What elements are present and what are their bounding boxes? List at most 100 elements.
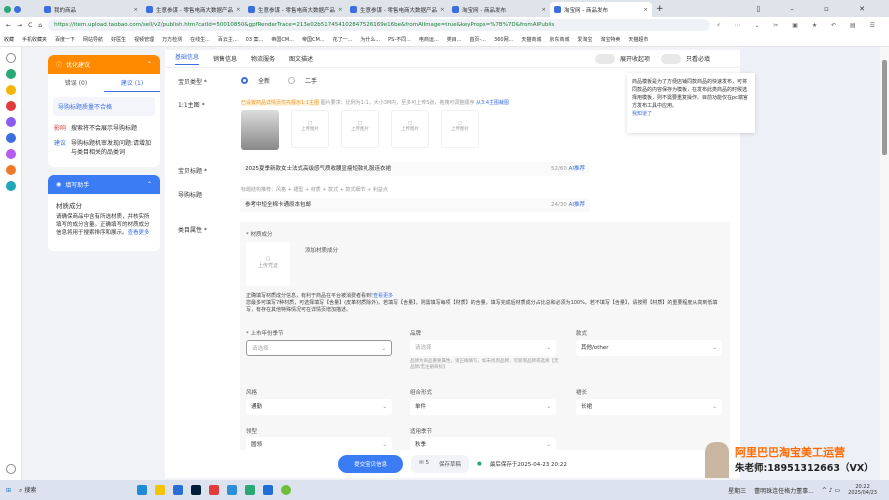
upload-proof-button[interactable]: ▢ 上传凭证 (246, 242, 290, 286)
toolbar-icons[interactable]: ⚡ ⋯ ⌄ ✂ ▣ ★ ↶ ▤ ☰ (716, 22, 881, 29)
main-image-thumbnail[interactable] (241, 110, 279, 150)
bookmark-item[interactable]: 首页-... (469, 36, 486, 43)
tab-errors[interactable]: 错误 (0) (48, 74, 104, 92)
submit-button[interactable]: 提交宝贝信息 (338, 455, 404, 473)
bookmark-item[interactable]: 淘宝特卖 (600, 36, 620, 43)
style-type-select[interactable]: 其他/other ⌄ (576, 340, 722, 356)
bookmark-item[interactable]: 视频管理 (134, 36, 154, 43)
taskbar-search[interactable]: ⌕ 搜索 (19, 485, 129, 495)
draft-count[interactable]: ✉ 5 (419, 460, 429, 468)
bookmark-item[interactable]: 天猫超市 (628, 36, 648, 43)
bookmark-item[interactable]: PS-不同... (388, 36, 411, 43)
sidebar-icon[interactable] (5, 85, 16, 95)
see-more-link[interactable]: 查看更多 (128, 230, 150, 236)
expand-toggle[interactable] (594, 53, 615, 64)
sidebar-icon[interactable] (5, 181, 16, 191)
chevron-up-icon[interactable]: ⌃ (147, 181, 152, 188)
ai-recommend-button[interactable]: AI推荐 (569, 202, 585, 208)
sidebar-icon[interactable] (5, 101, 16, 111)
tab-suggestions[interactable]: 建议 (1) (104, 74, 160, 92)
sidebar-icon[interactable] (5, 149, 16, 159)
photoshop-icon[interactable] (191, 485, 202, 495)
upload-image-button[interactable]: ▢ 上传图片 (291, 110, 329, 148)
close-icon[interactable]: × (236, 7, 241, 13)
new-tab-button[interactable]: + (656, 4, 664, 14)
bookmark-item[interactable]: 好医生 (111, 36, 126, 43)
radio-used[interactable] (288, 77, 296, 84)
radio-new[interactable] (241, 77, 248, 84)
bookmark-item[interactable]: 百度一下 (55, 36, 75, 43)
bookmark-item[interactable]: 花了一... (333, 36, 353, 43)
browser-tab-active[interactable]: 淘宝网 - 商品发布 × (550, 2, 652, 17)
sidebar-icon[interactable] (5, 117, 16, 127)
bookmark-item[interactable]: 在线生... (190, 36, 210, 43)
issue-item[interactable]: 导购标题质量不合格 (53, 97, 155, 116)
bookmark-item[interactable]: 360网... (494, 36, 513, 43)
tooltip-ok-link[interactable]: 我知道了 (632, 111, 652, 117)
sidebar-icon[interactable] (5, 165, 16, 175)
sidebar-icon[interactable] (5, 53, 16, 63)
optimize-header[interactable]: ⓘ 优化建议 ⌃ (48, 55, 160, 74)
tab-basic-info[interactable]: 基础信息 (175, 52, 200, 65)
back-icon[interactable]: ← (6, 22, 11, 29)
browser-tab[interactable]: 我的商品 × (40, 2, 142, 17)
skirt-length-select[interactable]: 长裙 ⌄ (576, 399, 722, 415)
browser-tab[interactable]: 生意参谋 - 零售电商大数据产品 × (142, 2, 244, 17)
title-input[interactable]: 2025夏季新款女士法式高级感气质收腰显瘦短款礼服连衣裙 52/60 AI推荐 (240, 162, 590, 176)
close-icon[interactable]: × (440, 7, 445, 13)
window-controls[interactable]: ▯ – ▫ ✕ (756, 5, 879, 13)
app-icon[interactable] (227, 485, 238, 495)
app-icon[interactable] (263, 485, 274, 495)
bookmark-item[interactable]: 电商运... (419, 36, 439, 43)
tray-icons[interactable]: ^ ♪ ▭ (822, 487, 840, 494)
bookmark-item[interactable]: 为什么... (360, 36, 380, 43)
browser-tab[interactable]: 淘宝网 - 商品发布 × (448, 2, 550, 17)
season-select[interactable]: 请选择 ⌄ (246, 340, 392, 356)
close-icon[interactable]: × (643, 7, 648, 13)
weather-widget[interactable]: 星期三 (728, 486, 746, 495)
windows-start-icon[interactable]: ⊞ (6, 487, 11, 494)
sidebar-icon[interactable] (5, 133, 16, 143)
bookmark-item[interactable]: 百云主... (218, 36, 238, 43)
material-see-more-link[interactable]: 查看更多 (373, 293, 393, 299)
close-icon[interactable]: × (133, 7, 138, 13)
bookmark-item[interactable]: 帝国CM... (302, 36, 325, 43)
url-input[interactable]: https://item.upload.taobao.com/sell/v2/p… (48, 19, 711, 31)
tab-description[interactable]: 图文描述 (289, 54, 313, 63)
bookmark-item[interactable]: 爱淘宝 (577, 36, 592, 43)
browser-icon[interactable] (281, 485, 292, 495)
tab-sales-info[interactable]: 销售信息 (213, 54, 237, 63)
bookmark-item[interactable]: 类目... (447, 36, 462, 43)
explorer-icon[interactable] (155, 485, 166, 495)
bookmark-item[interactable]: 手机收藏夹 (22, 36, 47, 43)
wps-icon[interactable] (209, 485, 220, 495)
tab-logistics[interactable]: 物流服务 (251, 54, 275, 63)
sidebar-icon[interactable] (5, 69, 16, 79)
guide-title-input[interactable]: 参考中短全棉卡通原本包邮 24/30 AI推荐 (240, 198, 590, 212)
chevron-up-icon[interactable]: ⌃ (147, 61, 152, 68)
bookmark-item[interactable]: 万方检测 (162, 36, 182, 43)
wechat-icon[interactable] (245, 485, 256, 495)
edge-icon[interactable] (137, 485, 148, 495)
close-icon[interactable]: × (338, 7, 343, 13)
bookmark-item[interactable]: 网站导航 (83, 36, 103, 43)
save-draft-button[interactable]: 保存草稿 (439, 460, 461, 468)
browser-tab[interactable]: 生意参谋 - 零售电商大数据产品 × (346, 2, 448, 17)
bookmark-item[interactable]: 03 案... (246, 36, 264, 43)
upload-image-button[interactable]: ▢ 上传图片 (441, 110, 479, 148)
combo-select[interactable]: 单件 ⌄ (410, 399, 556, 415)
close-icon[interactable]: × (541, 7, 546, 13)
upload-image-button[interactable]: ▢ 上传图片 (391, 110, 429, 148)
scrollbar[interactable] (880, 47, 889, 480)
clock[interactable]: 20:22 2025/04/23 (848, 484, 877, 496)
helper-header[interactable]: ◉ 填写助手 ⌃ (48, 175, 160, 194)
bookmark-item[interactable]: 帝国CM... (271, 36, 294, 43)
bookmark-item[interactable]: 收藏 (4, 36, 14, 43)
reload-icon[interactable]: C (28, 22, 32, 29)
style-select[interactable]: 通勤 ⌄ (246, 399, 392, 415)
upload-image-button[interactable]: ▢ 上传图片 (341, 110, 379, 148)
forward-icon[interactable]: → (17, 22, 22, 29)
settings-icon[interactable] (6, 464, 16, 474)
bookmark-item[interactable]: 京东商城 (549, 36, 569, 43)
required-only-toggle[interactable] (660, 53, 681, 64)
